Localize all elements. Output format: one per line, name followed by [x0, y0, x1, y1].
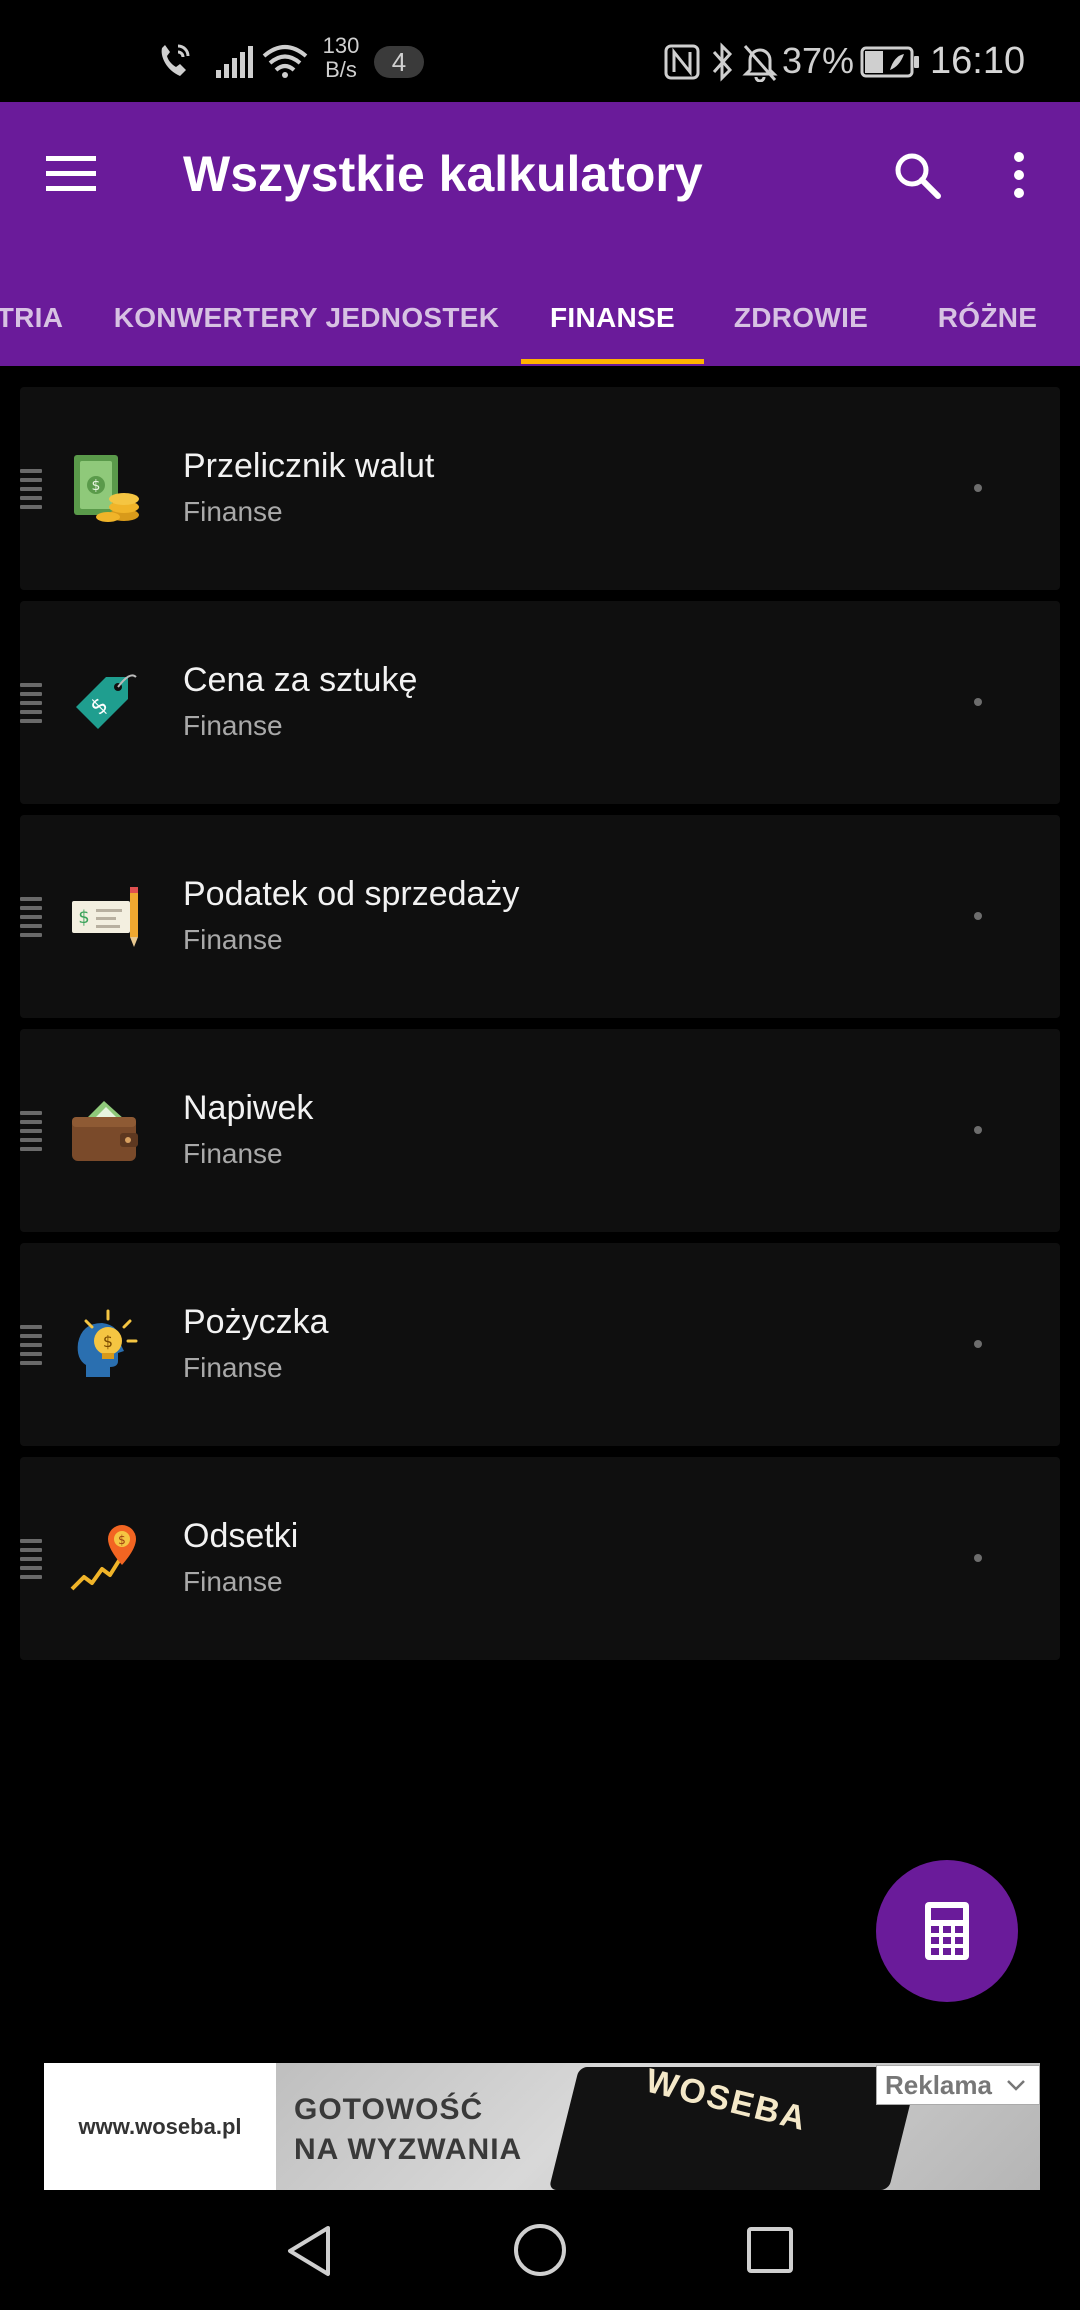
network-speed: 130 B/s [322, 33, 360, 82]
drag-handle[interactable] [20, 469, 42, 509]
home-circle-icon [514, 2224, 566, 2276]
wifi-icon [262, 45, 308, 78]
bluetooth-icon [712, 42, 733, 82]
drag-handle[interactable] [20, 1539, 42, 1579]
calculator-icon [925, 1902, 969, 1960]
item-dot [974, 912, 982, 920]
item-title: Cena za sztukę [183, 661, 418, 699]
list-item-napiwek[interactable]: Napiwek Finanse [20, 1029, 1060, 1232]
item-category: Finanse [183, 1352, 283, 1383]
item-dot [974, 484, 982, 492]
tab-indicator [521, 359, 704, 364]
money-coins-icon: $ [74, 455, 139, 522]
list-item-przelicznik-walut[interactable]: $ Przelicznik walut Finanse [20, 387, 1060, 590]
item-dot [974, 1554, 982, 1562]
item-category: Finanse [183, 1138, 283, 1169]
category-tabs: TRIA KONWERTERY JEDNOSTEK FINANSE ZDROWI… [0, 270, 1080, 366]
item-category: Finanse [183, 710, 283, 741]
idea-head-icon: $ [77, 1309, 138, 1377]
item-title: Odsetki [183, 1517, 299, 1555]
back-button[interactable] [268, 2218, 348, 2282]
page-title: Wszystkie kalkulatory [183, 146, 703, 202]
drag-handle[interactable] [20, 897, 42, 937]
signal-icon [216, 46, 253, 78]
tab-zdrowie[interactable]: ZDROWIE [716, 270, 886, 366]
back-triangle-icon [288, 2226, 330, 2276]
search-icon [895, 153, 941, 199]
ad-website: www.woseba.pl [44, 2063, 276, 2190]
recents-square-icon [747, 2227, 793, 2273]
ad-label-button[interactable]: Reklama [876, 2065, 1040, 2105]
battery-percent: 37% [782, 40, 855, 81]
more-vert-icon [1014, 152, 1024, 198]
status-bar: 130 B/s 4 37% 16:10 [0, 0, 1080, 102]
svg-text:$: $ [78, 907, 89, 928]
ad-headline-1: GOTOWOŚĆ [294, 2093, 484, 2126]
search-button[interactable] [878, 136, 958, 216]
item-dot [974, 698, 982, 706]
item-category: Finanse [183, 1566, 283, 1597]
tab-konwertery-jednostek[interactable]: KONWERTERY JEDNOSTEK [104, 270, 509, 366]
tab-geometria[interactable]: TRIA [0, 270, 70, 366]
price-tag-icon: $ [76, 674, 137, 729]
item-title: Podatek od sprzedaży [183, 875, 520, 913]
hamburger-menu-icon [46, 156, 96, 191]
home-button[interactable] [500, 2218, 580, 2282]
drag-handle[interactable] [20, 1325, 42, 1365]
nfc-icon [664, 44, 700, 80]
recents-button[interactable] [730, 2218, 810, 2282]
svg-text:$: $ [103, 1332, 113, 1351]
ad-banner[interactable]: www.woseba.pl GOTOWOŚĆ NA WYZWANIA WOSEB… [44, 2063, 1040, 2190]
svg-text:$: $ [118, 1533, 126, 1547]
growth-pin-icon: $ [70, 1525, 136, 1591]
notification-count-badge: 4 [374, 46, 424, 78]
wifi-calling-icon [161, 44, 190, 76]
more-options-button[interactable] [990, 136, 1050, 216]
clock: 16:10 [930, 40, 1026, 82]
list-item-odsetki[interactable]: $ Odsetki Finanse [20, 1457, 1060, 1660]
menu-button[interactable] [30, 140, 110, 210]
svg-text:$: $ [92, 478, 101, 494]
item-dot [974, 1340, 982, 1348]
item-category: Finanse [183, 496, 283, 527]
item-title: Przelicznik walut [183, 447, 435, 485]
ad-label-text: Reklama [885, 2069, 992, 2100]
drag-handle[interactable] [20, 1111, 42, 1151]
list-item-cena-za-sztuke[interactable]: $ Cena za sztukę Finanse [20, 601, 1060, 804]
calculator-fab[interactable] [876, 1860, 1018, 2002]
check-pencil-icon: $ [72, 887, 138, 947]
drag-handle[interactable] [20, 683, 42, 723]
tab-finanse[interactable]: FINANSE [521, 270, 704, 366]
chevron-down-icon [1007, 2080, 1025, 2091]
list-item-podatek-od-sprzedazy[interactable]: $ Podatek od sprzedaży Finanse [20, 815, 1060, 1018]
battery-icon [860, 46, 919, 78]
ad-headline-2: NA WYZWANIA [294, 2133, 523, 2166]
tab-rozne[interactable]: RÓŻNE [910, 270, 1065, 366]
mute-bell-icon [742, 45, 778, 82]
item-category: Finanse [183, 924, 283, 955]
item-title: Pożyczka [183, 1303, 329, 1341]
wallet-icon [72, 1101, 138, 1161]
list-item-pozyczka[interactable]: $ Pożyczka Finanse [20, 1243, 1060, 1446]
item-dot [974, 1126, 982, 1134]
item-title: Napiwek [183, 1089, 314, 1127]
